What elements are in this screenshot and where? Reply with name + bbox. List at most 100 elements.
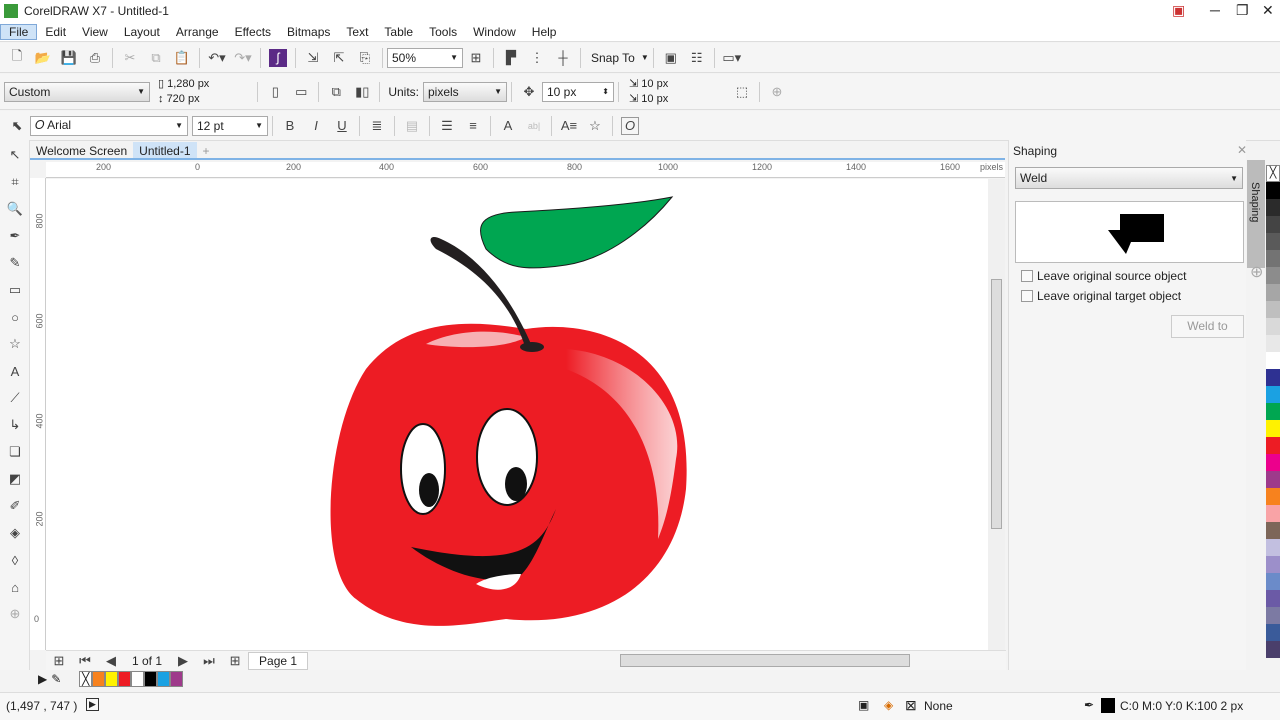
palette-color-swatch[interactable] [1266,420,1280,437]
palette-color-swatch[interactable] [1266,437,1280,454]
interactive-fill-icon[interactable]: ◈ [5,524,25,542]
palette-color-swatch[interactable] [1266,471,1280,488]
page-width-field[interactable]: ▯ 1,280 px [158,77,209,92]
palette-color-swatch[interactable] [1266,199,1280,216]
ellipse-tool-icon[interactable]: ○ [5,308,25,326]
color-swatch[interactable] [157,671,171,687]
bold-icon[interactable]: B [281,117,299,135]
palette-color-swatch[interactable] [1266,539,1280,556]
docker-tab-shaping[interactable]: Shaping [1247,160,1265,268]
tab-welcome-screen[interactable]: Welcome Screen [30,142,133,158]
edit-text-icon[interactable]: ab| [525,117,543,135]
palette-color-swatch[interactable] [1266,522,1280,539]
open-icon[interactable]: 📂 [34,49,52,67]
menu-arrange[interactable]: Arrange [168,25,227,39]
add-docker-icon[interactable]: ⊕ [1250,262,1263,282]
freehand-tool-icon[interactable]: ✒ [5,227,25,245]
search-content-icon[interactable]: ʃ [269,48,287,67]
apple-cartoon-drawing[interactable] [46,179,988,650]
page-preset-select[interactable]: Custom ▼ [4,81,150,102]
palette-color-swatch[interactable] [1266,267,1280,284]
transparency-icon[interactable]: ◩ [5,470,25,488]
publish-pdf-icon[interactable]: ⎘ [356,49,374,67]
polygon-tool-icon[interactable]: ☆ [5,335,25,353]
palette-color-swatch[interactable] [1266,556,1280,573]
copy-icon[interactable]: ⧉ [147,49,165,67]
menu-table[interactable]: Table [376,25,421,39]
menu-edit[interactable]: Edit [37,25,74,39]
color-proof-icon[interactable]: ▣ [858,698,869,712]
page-height-field[interactable]: ↕ 720 px [158,92,209,107]
add-icon[interactable]: ⊕ [768,83,786,101]
units-select[interactable]: pixels ▼ [423,81,507,102]
nudge-distance-field[interactable]: 10 px ⬍ [542,81,614,102]
color-swatch[interactable] [105,671,119,687]
menu-help[interactable]: Help [524,25,565,39]
welcome-screen-icon[interactable]: ▣ [662,49,680,67]
zoom-tool-icon[interactable]: 🔍 [5,200,25,218]
treat-as-filled-icon[interactable]: ⬚ [733,83,751,101]
full-screen-preview-icon[interactable]: ⊞ [467,49,485,67]
palette-color-swatch[interactable] [1266,607,1280,624]
portrait-icon[interactable]: ▯ [266,83,284,101]
palette-color-swatch[interactable] [1266,488,1280,505]
palette-color-swatch[interactable] [1266,233,1280,250]
add-page-before-icon[interactable]: ⊞ [50,652,68,670]
eyedropper-icon[interactable]: ✐ [5,497,25,515]
palette-color-swatch[interactable] [1266,284,1280,301]
color-swatch[interactable] [118,671,132,687]
favorite-star-icon[interactable]: ☆ [586,117,604,135]
character-format-icon[interactable]: A≡ [560,117,578,135]
new-tab-icon[interactable]: + [197,142,216,158]
palette-color-swatch[interactable] [1266,624,1280,641]
palette-menu-icon[interactable]: ▶ [38,672,47,686]
rectangle-tool-icon[interactable]: ▭ [5,281,25,299]
show-rulers-icon[interactable]: ▛ [502,49,520,67]
palette-color-swatch[interactable] [1266,301,1280,318]
scroll-thumb[interactable] [991,279,1002,529]
menu-effects[interactable]: Effects [227,25,279,39]
vertical-scrollbar[interactable] [988,179,1005,650]
underline-icon[interactable]: U [333,117,351,135]
duplicate-y-field[interactable]: ⇲ 10 px [629,92,729,107]
export-icon[interactable]: ⇱ [330,49,348,67]
weld-to-button[interactable]: Weld to [1171,315,1244,338]
show-guidelines-icon[interactable]: ┼ [554,49,572,67]
palette-color-swatch[interactable] [1266,505,1280,522]
palette-color-swatch[interactable] [1266,335,1280,352]
last-page-icon[interactable]: ⏭ [200,652,218,670]
horizontal-scrollbar[interactable] [620,654,910,667]
palette-color-swatch[interactable] [1266,250,1280,267]
menu-window[interactable]: Window [465,25,524,39]
palette-color-swatch[interactable] [1266,216,1280,233]
vertical-ruler[interactable]: 800 600 400 200 0 [30,178,46,650]
horizontal-ruler[interactable]: 200 0 200 400 600 800 1000 1200 1400 160… [46,162,1005,178]
import-icon[interactable]: ⇲ [304,49,322,67]
palette-color-swatch[interactable] [1266,182,1280,199]
current-page-icon[interactable]: ▮▯ [353,83,371,101]
font-list-select[interactable]: 𝑂 Arial ▼ [30,115,188,136]
add-tool-icon[interactable]: ⊕ [5,605,25,623]
prev-page-icon[interactable]: ◀ [102,652,120,670]
palette-color-swatch[interactable] [1266,318,1280,335]
docker-close-icon[interactable]: ✕ [1237,143,1247,157]
paste-icon[interactable]: 📋 [173,49,191,67]
palette-color-swatch[interactable] [1266,641,1280,658]
no-color-swatch[interactable]: ╳ [1266,165,1280,182]
color-swatch[interactable] [131,671,145,687]
drop-cap-icon[interactable]: ≡ [464,117,482,135]
outline-color-swatch[interactable] [1101,698,1115,713]
crop-tool-icon[interactable]: ⌗ [5,173,25,191]
snap-to-menu[interactable]: Snap To [591,51,635,65]
menu-text[interactable]: Text [338,25,376,39]
menu-tools[interactable]: Tools [421,25,465,39]
menu-bitmaps[interactable]: Bitmaps [279,25,338,39]
undo-icon[interactable]: ↶▾ [208,49,226,67]
redo-icon[interactable]: ↷▾ [234,49,252,67]
palette-color-swatch[interactable] [1266,403,1280,420]
color-swatch[interactable] [144,671,158,687]
add-page-after-icon[interactable]: ⊞ [226,652,244,670]
application-launcher-icon[interactable]: ▭▾ [722,49,741,67]
menu-file[interactable]: File [0,23,38,40]
palette-color-swatch[interactable] [1266,454,1280,471]
